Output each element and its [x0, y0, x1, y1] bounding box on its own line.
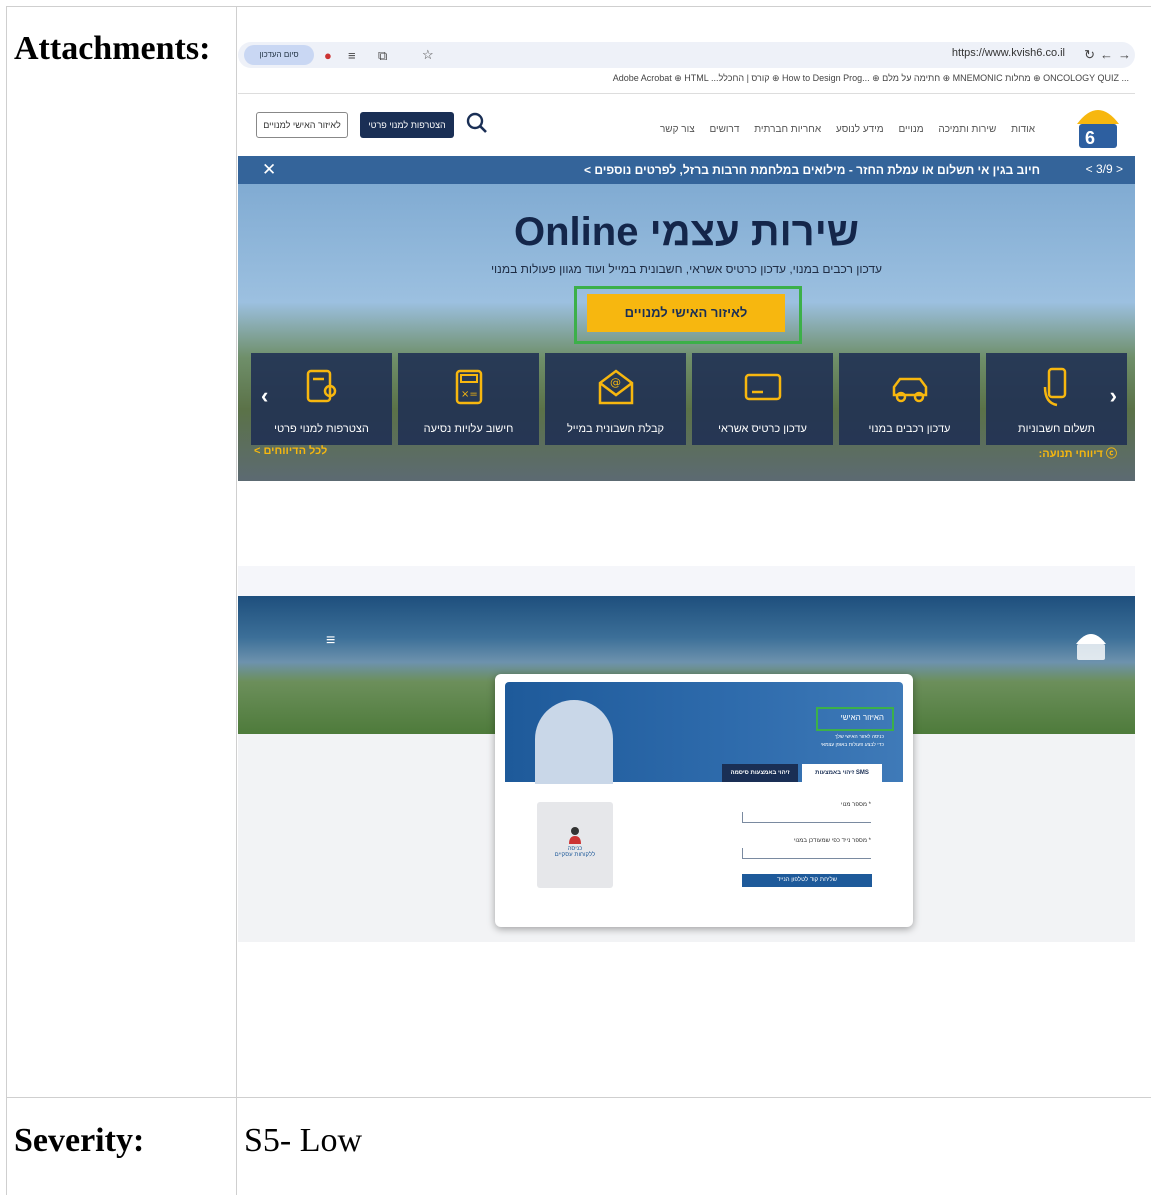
- tile-label: עדכון רכבים במנוי: [868, 423, 951, 435]
- table-border-top: [6, 6, 1151, 7]
- couple-photo: [535, 700, 613, 784]
- phone-hand-icon: [1043, 367, 1066, 407]
- business-login-box[interactable]: כניסה ללקוחות עסקיים: [537, 802, 613, 888]
- nav-link[interactable]: צור קשר: [660, 124, 695, 135]
- menu-icon[interactable]: ≡: [326, 632, 335, 650]
- nav-link[interactable]: דרושים: [709, 124, 739, 135]
- tab-sms[interactable]: זיהוי באמצעות SMS: [802, 764, 882, 782]
- tile-calc[interactable]: ×= חישוב עלויות נסיעה: [398, 353, 539, 445]
- login-title: האיזור האישי: [840, 713, 884, 722]
- tile-pay-invoices[interactable]: תשלום חשבוניות: [986, 353, 1127, 445]
- mobile-number-label: * מספר נייד כפי שמעודכן במנוי: [793, 838, 871, 844]
- mobile-number-field[interactable]: [742, 848, 871, 859]
- record-icon[interactable]: ●: [324, 49, 332, 62]
- svg-text:×=: ×=: [461, 389, 478, 400]
- nav-links: אודות שירות ותמיכה מנויים מידע לנוסע אחר…: [648, 124, 1035, 135]
- svg-text:6: 6: [1085, 128, 1095, 148]
- tab-password[interactable]: זיהוי באמצעות סיסמה: [722, 764, 798, 782]
- reload-icon[interactable]: ↻: [1084, 48, 1095, 61]
- credit-card-icon: [744, 373, 781, 401]
- tile-update-cars[interactable]: עדכון רכבים במנוי: [839, 353, 980, 445]
- login-line2: כדי לבצע פעולות באופן עצמאי: [820, 742, 884, 748]
- login-card: האיזור האישי כניסה לאזור האישי שלך כדי ל…: [495, 674, 913, 927]
- attachments-label: Attachments:: [14, 30, 211, 67]
- severity-value: S5- Low: [244, 1122, 363, 1159]
- subscriber-number-field[interactable]: [742, 812, 871, 823]
- tile-label: קבלת חשבונית במייל: [566, 423, 665, 435]
- bookmarks-bar[interactable]: Adobe Acrobat ⊕ HTML ...קורס | החכלל ⊕ H…: [613, 73, 1129, 84]
- login-line1: כניסה לאזור האישי שלך: [834, 734, 884, 740]
- table-border-left: [6, 6, 7, 1195]
- tile-label: חישוב עלויות נסיעה: [423, 423, 514, 435]
- close-icon[interactable]: ✕: [262, 160, 276, 180]
- nav-link[interactable]: אחריות חברתית: [754, 124, 821, 135]
- news-ticker: < 3/9 > חיוב בגין אי תשלום או עמלת החזר …: [238, 156, 1135, 184]
- back-icon[interactable]: ←: [1100, 48, 1113, 61]
- personal-area-button[interactable]: לאיזור האישי למנויים: [256, 112, 348, 138]
- nav-link[interactable]: מנויים: [898, 124, 923, 135]
- tile-credit-card[interactable]: עדכון כרטיס אשראי: [692, 353, 833, 445]
- ticker-pager[interactable]: < 3/9 >: [1086, 162, 1123, 176]
- business-login-line2: ללקוחות עסקיים: [554, 852, 596, 858]
- profile-doc-icon: [306, 369, 336, 403]
- chevron-left-icon[interactable]: ‹: [261, 383, 268, 409]
- forward-icon[interactable]: →: [1118, 48, 1131, 61]
- url-text[interactable]: https://www.kvish6.co.il: [952, 47, 1065, 59]
- svg-text:@: @: [610, 376, 621, 389]
- kvish6-logo-small: [1076, 634, 1106, 660]
- star-icon[interactable]: ☆: [422, 48, 434, 61]
- service-tiles: הצטרפות למנוי פרטי ×= חישוב עלויות נסיעה…: [251, 353, 1127, 445]
- all-reports-link[interactable]: לכל הדיווחים >: [254, 445, 327, 457]
- nav-link[interactable]: מידע לנוסע: [836, 124, 884, 135]
- tile-invoice-mail[interactable]: @ קבלת חשבונית במייל: [545, 353, 686, 445]
- severity-label: Severity:: [14, 1122, 145, 1159]
- browser-chrome-small: [238, 566, 1135, 596]
- playlist-icon[interactable]: ≡: [348, 49, 356, 62]
- tile-label: הצטרפות למנוי פרטי: [274, 423, 369, 435]
- search-icon[interactable]: [466, 112, 488, 134]
- attachment-screenshot-homepage: סיום העדכון ● ≡ ⧉ ☆ https://www.kvish6.c…: [238, 40, 1135, 481]
- browser-chrome: סיום העדכון ● ≡ ⧉ ☆ https://www.kvish6.c…: [238, 40, 1135, 94]
- table-border-row: [6, 1097, 1151, 1098]
- tile-label: תשלום חשבוניות: [1018, 423, 1095, 435]
- calculator-icon: ×=: [455, 369, 482, 405]
- kvish6-logo[interactable]: 6: [1073, 102, 1123, 150]
- tile-join[interactable]: הצטרפות למנוי פרטי: [251, 353, 392, 445]
- personal-area-cta[interactable]: לאיזור האישי למנויים: [587, 294, 785, 332]
- browser-pill[interactable]: סיום העדכון: [244, 45, 314, 65]
- extension-icon[interactable]: ⧉: [378, 49, 387, 62]
- table-divider: [236, 6, 237, 1195]
- site-nav: לאיזור האישי למנויים הצטרפות למנוי פרטי …: [238, 96, 1135, 156]
- ticker-text[interactable]: חיוב בגין אי תשלום או עמלת החזר - מילואי…: [584, 163, 1040, 177]
- hero-title: שירות עצמי Online: [514, 210, 859, 254]
- join-button[interactable]: הצטרפות למנוי פרטי: [360, 112, 454, 138]
- nav-link[interactable]: שירות ותמיכה: [938, 124, 996, 135]
- attachment-screenshot-login: ≡ האיזור האישי כניסה לאזור האישי שלך כדי…: [238, 566, 1135, 942]
- hero-subtitle: עדכון רכבים במנוי, עדכון כרטיס אשראי, חש…: [490, 262, 883, 276]
- email-icon: @: [598, 369, 633, 405]
- nav-link[interactable]: אודות: [1011, 124, 1035, 135]
- send-code-button[interactable]: שליחת קוד לטלפון הנייד: [742, 874, 872, 887]
- subscriber-number-label: * מספר מנוי: [840, 802, 871, 808]
- tile-label: עדכון כרטיס אשראי: [718, 423, 807, 435]
- person-icon: [569, 827, 581, 844]
- car-icon: [892, 377, 927, 403]
- chevron-right-icon[interactable]: ›: [1110, 383, 1117, 409]
- traffic-reports-label[interactable]: ⓒ דיווחי תנועה:: [1039, 445, 1117, 461]
